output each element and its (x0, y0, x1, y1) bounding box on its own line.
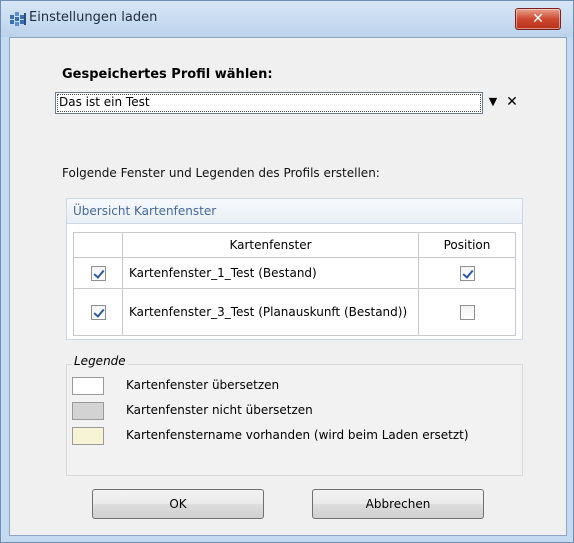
table-row: Kartenfenster_3_Test (Planauskunft (Best… (73, 288, 516, 336)
legend-swatch-translate (72, 377, 104, 395)
clear-profile-icon[interactable]: ✕ (504, 92, 520, 112)
grid-settings-icon (10, 12, 26, 26)
legend-label-translate: Kartenfenster übersetzen (126, 378, 280, 392)
legend-label-name-exists: Kartenfenstername vorhanden (wird beim L… (126, 428, 469, 442)
row-2-select-checkbox[interactable] (90, 304, 106, 320)
row-1-select-checkbox[interactable] (90, 265, 106, 281)
row-position-cell (418, 288, 516, 336)
dialog-window: Einstellungen laden ✕ Gespeichertes Prof… (0, 0, 574, 543)
legend-swatch-name-exists (72, 427, 104, 445)
table-row: Kartenfenster_1_Test (Bestand) (73, 257, 516, 289)
title-bar[interactable]: Einstellungen laden ✕ (1, 1, 573, 37)
table-header-row: Kartenfenster Position (73, 232, 516, 258)
row-select-cell (73, 288, 123, 336)
column-header-map-window: Kartenfenster (122, 232, 419, 258)
row-2-position-checkbox[interactable] (459, 304, 475, 320)
overview-panel: Übersicht Kartenfenster Kartenfenster Po… (66, 198, 523, 340)
instructions-text: Folgende Fenster und Legenden des Profil… (62, 166, 380, 180)
legend-title: Legende (72, 354, 128, 368)
profile-select-value[interactable]: Das ist ein Test (59, 95, 150, 109)
map-window-table: Kartenfenster Position Kartenfenster_1_T… (73, 232, 516, 336)
column-header-select (73, 232, 123, 258)
legend-label-no-translate: Kartenfenster nicht übersetzen (126, 403, 313, 417)
legend-swatch-no-translate (72, 402, 104, 420)
close-icon[interactable]: ✕ (516, 9, 560, 29)
profile-select[interactable]: Das ist ein Test (55, 92, 483, 114)
row-position-cell (418, 257, 516, 289)
row-1-position-checkbox[interactable] (459, 265, 475, 281)
row-1-map-window-name: Kartenfenster_1_Test (Bestand) (122, 257, 419, 289)
row-2-map-window-name: Kartenfenster_3_Test (Planauskunft (Best… (122, 288, 419, 336)
profile-heading: Gespeichertes Profil wählen: (62, 67, 273, 82)
window-title: Einstellungen laden (29, 10, 158, 25)
close-button[interactable]: ✕ (515, 8, 561, 30)
dialog-client-area: Gespeichertes Profil wählen: Das ist ein… (9, 37, 567, 536)
chevron-down-icon[interactable]: ▼ (486, 92, 500, 112)
row-select-cell (73, 257, 123, 289)
overview-panel-header: Übersicht Kartenfenster (67, 199, 522, 224)
overview-panel-title: Übersicht Kartenfenster (73, 204, 217, 218)
cancel-button[interactable]: Abbrechen (312, 489, 484, 519)
column-header-position: Position (418, 232, 516, 258)
ok-button[interactable]: OK (92, 489, 264, 519)
